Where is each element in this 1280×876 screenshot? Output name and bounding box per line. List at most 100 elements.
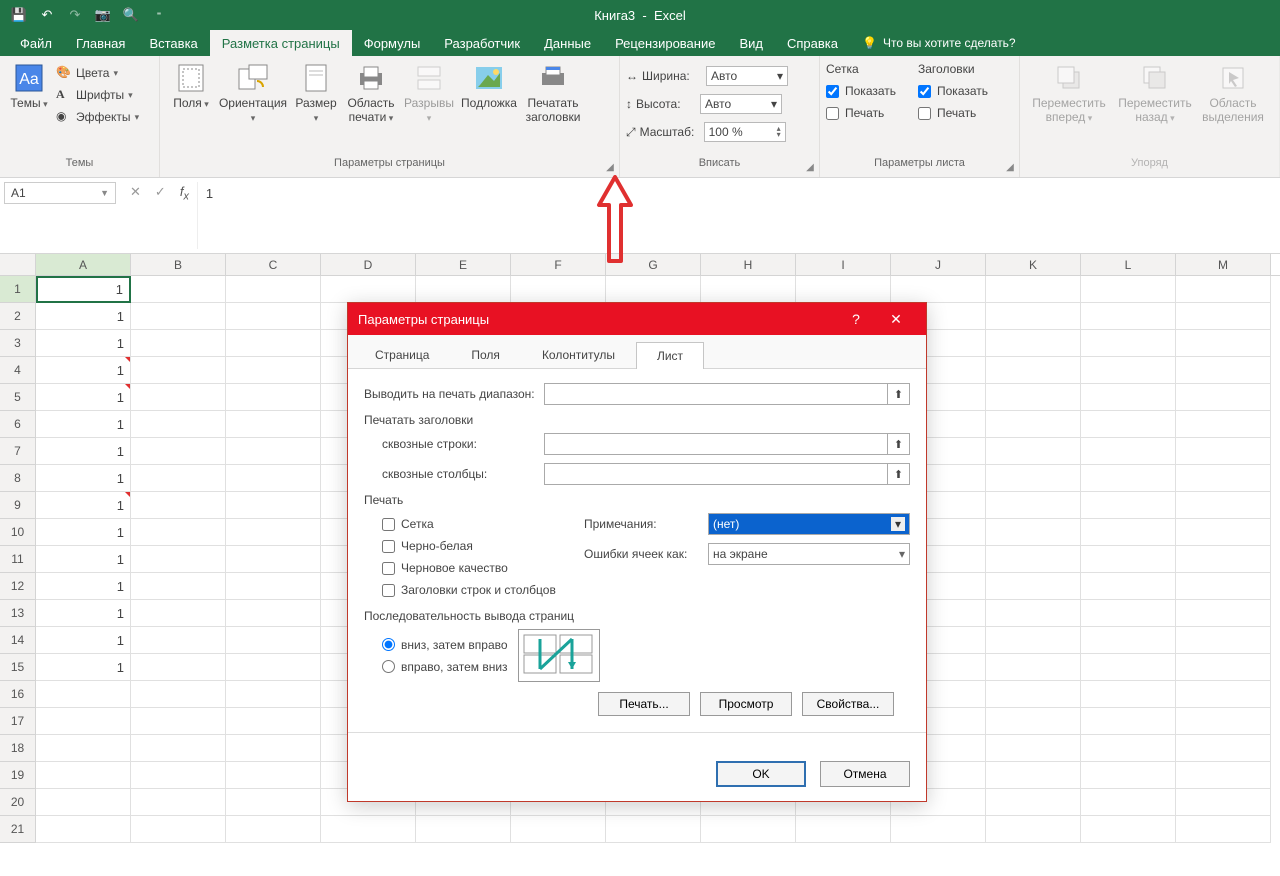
cell[interactable] (131, 600, 226, 627)
cell[interactable]: 1 (36, 438, 131, 465)
cell[interactable] (226, 762, 321, 789)
row-header[interactable]: 19 (0, 762, 36, 789)
row-header[interactable]: 17 (0, 708, 36, 735)
row-header[interactable]: 10 (0, 519, 36, 546)
scale-input[interactable]: 100 %▴▾ (704, 122, 786, 142)
cell[interactable] (131, 708, 226, 735)
cell[interactable] (131, 681, 226, 708)
column-header[interactable]: J (891, 254, 986, 275)
row-header[interactable]: 20 (0, 789, 36, 816)
cell[interactable] (226, 411, 321, 438)
cell[interactable] (986, 789, 1081, 816)
cell[interactable] (321, 276, 416, 303)
cell[interactable] (891, 816, 986, 843)
themes-button[interactable]: Aa Темы (6, 60, 52, 113)
cell[interactable] (226, 816, 321, 843)
cell[interactable] (226, 573, 321, 600)
print-button[interactable]: Печать... (598, 692, 690, 716)
cell[interactable] (1081, 627, 1176, 654)
tab-home[interactable]: Главная (64, 30, 137, 56)
cell[interactable] (701, 816, 796, 843)
cell[interactable] (986, 600, 1081, 627)
margins-button[interactable]: Поля (166, 60, 216, 113)
cell[interactable] (1176, 546, 1271, 573)
cell[interactable] (131, 465, 226, 492)
cell[interactable]: 1 (36, 465, 131, 492)
range-picker-icon[interactable]: ⬆ (887, 434, 909, 454)
tell-me[interactable]: 💡 Что вы хотите сделать? (850, 30, 1028, 56)
cell[interactable] (131, 573, 226, 600)
row-header[interactable]: 11 (0, 546, 36, 573)
cell[interactable] (986, 492, 1081, 519)
cell[interactable] (226, 681, 321, 708)
cell[interactable] (416, 276, 511, 303)
cell[interactable] (986, 411, 1081, 438)
cell[interactable] (986, 438, 1081, 465)
cell[interactable]: 1 (36, 654, 131, 681)
cols-repeat-input[interactable]: ⬆ (544, 463, 910, 485)
cell[interactable] (986, 357, 1081, 384)
cell[interactable] (226, 303, 321, 330)
cell[interactable] (1176, 600, 1271, 627)
cell[interactable] (226, 519, 321, 546)
cell[interactable] (226, 600, 321, 627)
cell[interactable] (986, 762, 1081, 789)
row-header[interactable]: 15 (0, 654, 36, 681)
row-header[interactable]: 21 (0, 816, 36, 843)
range-picker-icon[interactable]: ⬆ (887, 464, 909, 484)
print-area-button[interactable]: Область печати (342, 60, 400, 127)
cell[interactable] (1081, 600, 1176, 627)
cell[interactable] (1081, 465, 1176, 492)
cell[interactable] (1176, 519, 1271, 546)
cell[interactable] (1081, 546, 1176, 573)
row-header[interactable]: 18 (0, 735, 36, 762)
cell[interactable] (1081, 384, 1176, 411)
cell[interactable] (1081, 303, 1176, 330)
row-header[interactable]: 5 (0, 384, 36, 411)
cell[interactable] (796, 816, 891, 843)
cell[interactable] (226, 438, 321, 465)
name-box[interactable]: A1▼ (4, 182, 116, 204)
cell[interactable] (986, 519, 1081, 546)
cell[interactable] (796, 276, 891, 303)
column-header[interactable]: B (131, 254, 226, 275)
cell[interactable] (511, 276, 606, 303)
cell[interactable]: 1 (36, 492, 131, 519)
column-header[interactable]: D (321, 254, 416, 275)
draft-checkbox[interactable]: Черновое качество (382, 557, 584, 579)
cell[interactable] (986, 735, 1081, 762)
cell[interactable] (1176, 573, 1271, 600)
headings-view-checkbox[interactable]: Показать (918, 80, 1010, 102)
errors-select[interactable]: на экране▾ (708, 543, 910, 565)
cell[interactable] (1176, 816, 1271, 843)
tab-data[interactable]: Данные (532, 30, 603, 56)
row-header[interactable]: 13 (0, 600, 36, 627)
cell[interactable] (226, 357, 321, 384)
cell[interactable] (131, 735, 226, 762)
save-icon[interactable]: 💾 (10, 6, 28, 24)
tab-file[interactable]: Файл (8, 30, 64, 56)
cell[interactable] (1176, 330, 1271, 357)
enter-icon[interactable]: ✓ (155, 184, 166, 200)
cell[interactable]: 1 (36, 303, 131, 330)
cell[interactable] (1081, 330, 1176, 357)
column-header[interactable]: L (1081, 254, 1176, 275)
bring-forward-button[interactable]: Переместить вперед (1026, 60, 1112, 127)
cell[interactable] (1081, 654, 1176, 681)
tab-review[interactable]: Рецензирование (603, 30, 727, 56)
cell[interactable] (986, 465, 1081, 492)
cell[interactable] (1081, 573, 1176, 600)
colors-button[interactable]: 🎨Цвета (52, 62, 143, 84)
cell[interactable] (701, 276, 796, 303)
cell[interactable] (1176, 438, 1271, 465)
tab-developer[interactable]: Разработчик (432, 30, 532, 56)
cell[interactable] (36, 789, 131, 816)
cell[interactable] (131, 654, 226, 681)
ok-button[interactable]: OK (716, 761, 806, 787)
column-header[interactable]: A (36, 254, 131, 275)
cell[interactable] (986, 276, 1081, 303)
cell[interactable] (511, 816, 606, 843)
cell[interactable]: 1 (36, 357, 131, 384)
cell[interactable] (131, 276, 226, 303)
cell[interactable] (226, 276, 321, 303)
